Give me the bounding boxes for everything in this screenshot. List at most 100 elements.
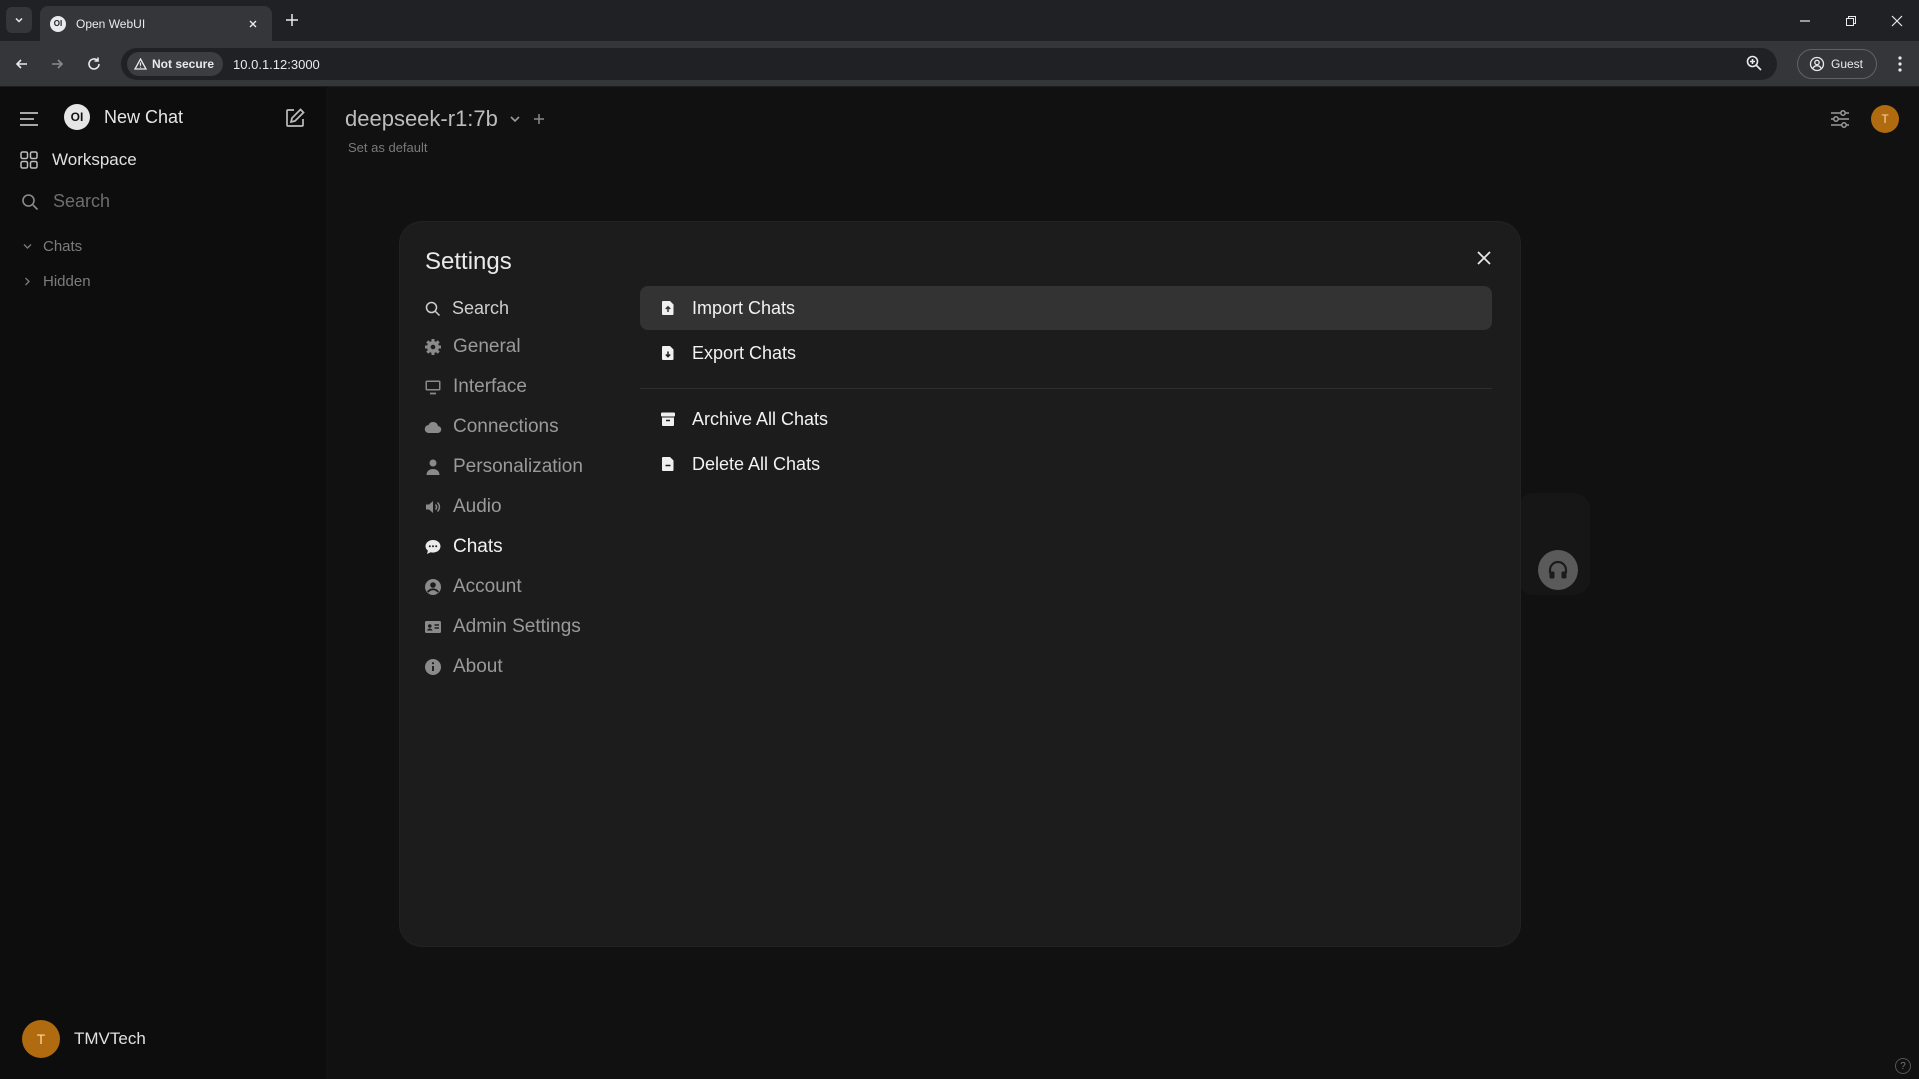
tab-audio[interactable]: Audio xyxy=(424,496,502,518)
minimize-icon[interactable] xyxy=(1783,0,1827,41)
chat-bubble-icon xyxy=(424,538,442,556)
forward-arrow-icon[interactable] xyxy=(45,52,69,76)
grid-icon xyxy=(20,151,38,169)
tab-admin-settings[interactable]: Admin Settings xyxy=(424,616,581,638)
tab-search-button[interactable] xyxy=(6,7,32,33)
info-icon xyxy=(424,658,442,676)
security-chip[interactable]: Not secure xyxy=(127,52,224,76)
browser-toolbar: Not secure 10.0.1.12:3000 Guest xyxy=(0,41,1919,87)
modal-title: Settings xyxy=(425,248,512,275)
nav-label-connections: Connections xyxy=(453,416,559,437)
voice-mode-button[interactable] xyxy=(1538,550,1578,590)
chevron-down-icon xyxy=(22,241,33,252)
browser-menu-icon[interactable] xyxy=(1888,52,1912,76)
monitor-icon xyxy=(424,378,442,396)
favicon-icon: OI xyxy=(50,15,66,32)
address-bar[interactable]: Not secure 10.0.1.12:3000 xyxy=(121,48,1777,80)
settings-search-label: Search xyxy=(452,298,510,318)
back-arrow-icon[interactable] xyxy=(10,52,34,76)
url-text[interactable]: 10.0.1.12:3000 xyxy=(233,57,320,72)
settings-search[interactable]: Search xyxy=(424,298,509,319)
delete-all-chats-button[interactable]: Delete All Chats xyxy=(640,442,1492,486)
profile-button[interactable]: Guest xyxy=(1797,49,1877,79)
security-label: Not secure xyxy=(152,57,215,71)
person-icon xyxy=(424,458,442,476)
chevron-down-icon xyxy=(13,14,25,26)
tab-general[interactable]: General xyxy=(424,336,521,358)
profile-icon xyxy=(1809,56,1825,72)
app-logo: OI xyxy=(64,104,90,130)
sidebar-toggle-icon[interactable] xyxy=(18,110,40,128)
section-divider xyxy=(640,388,1492,389)
zoom-icon[interactable] xyxy=(1745,54,1763,72)
new-chat-button[interactable]: OI New Chat xyxy=(64,104,183,130)
search-placeholder: Search xyxy=(53,191,111,211)
search-icon xyxy=(424,300,442,318)
controls-sliders-icon[interactable] xyxy=(1829,109,1851,129)
nav-label-interface: Interface xyxy=(453,376,527,397)
tab-account[interactable]: Account xyxy=(424,576,522,598)
id-card-icon xyxy=(424,618,442,636)
close-icon[interactable] xyxy=(1473,247,1495,269)
restore-icon[interactable] xyxy=(1829,0,1873,41)
model-selector[interactable]: deepseek-r1:7b xyxy=(345,106,546,132)
settings-modal: Settings Search General Interface Connec… xyxy=(400,222,1520,946)
tab-connections[interactable]: Connections xyxy=(424,416,559,438)
speaker-icon xyxy=(424,498,442,516)
tab-about[interactable]: About xyxy=(424,656,503,678)
avatar: T xyxy=(22,1020,60,1058)
archive-all-chats-button[interactable]: Archive All Chats xyxy=(640,397,1492,441)
headphones-icon xyxy=(1547,559,1569,581)
nav-label-admin-settings: Admin Settings xyxy=(453,616,581,637)
header-avatar[interactable]: T xyxy=(1871,105,1899,133)
compose-icon[interactable] xyxy=(284,107,306,129)
nav-label-personalization: Personalization xyxy=(453,456,583,477)
sidebar-search[interactable]: Search xyxy=(21,191,110,212)
export-chats-label: Export Chats xyxy=(692,342,797,363)
section-label-hidden: Hidden xyxy=(43,273,91,290)
set-as-default-link[interactable]: Set as default xyxy=(348,140,428,155)
reload-icon[interactable] xyxy=(82,52,106,76)
section-label-chats: Chats xyxy=(43,238,83,255)
add-model-icon[interactable] xyxy=(532,112,546,126)
chevron-right-icon xyxy=(22,276,33,287)
window-close-icon[interactable] xyxy=(1875,0,1919,41)
tab-personalization[interactable]: Personalization xyxy=(424,456,583,478)
nav-label-general: General xyxy=(453,336,521,357)
delete-all-chats-label: Delete All Chats xyxy=(692,453,821,474)
tab-title: Open WebUI xyxy=(76,16,146,31)
file-download-icon xyxy=(660,345,676,361)
browser-tabstrip: OI Open WebUI xyxy=(0,0,1919,41)
help-button[interactable]: ? xyxy=(1895,1058,1911,1074)
new-tab-icon[interactable] xyxy=(282,10,302,30)
new-chat-label: New Chat xyxy=(104,106,184,127)
nav-label-account: Account xyxy=(453,576,522,597)
tab-chats[interactable]: Chats xyxy=(424,536,503,558)
cloud-icon xyxy=(424,418,442,436)
import-chats-button[interactable]: Import Chats xyxy=(640,286,1492,330)
user-name: TMVTech xyxy=(74,1029,146,1048)
export-chats-button[interactable]: Export Chats xyxy=(640,331,1492,375)
user-menu[interactable]: T TMVTech xyxy=(22,1020,146,1058)
sidebar-section-chats[interactable]: Chats xyxy=(22,238,82,255)
nav-label-audio: Audio xyxy=(453,496,502,517)
nav-label-chats: Chats xyxy=(453,536,503,557)
model-name: deepseek-r1:7b xyxy=(345,106,498,131)
workspace-label: Workspace xyxy=(52,150,137,169)
profile-label: Guest xyxy=(1831,57,1864,71)
close-tab-icon[interactable] xyxy=(244,15,262,33)
nav-label-about: About xyxy=(453,656,503,677)
sidebar: OI New Chat Workspace Search Chats Hidde… xyxy=(0,87,326,1079)
sidebar-item-workspace[interactable]: Workspace xyxy=(20,150,137,170)
chevron-down-icon[interactable] xyxy=(508,112,522,126)
tab-interface[interactable]: Interface xyxy=(424,376,527,398)
import-chats-label: Import Chats xyxy=(692,297,796,318)
sidebar-section-hidden[interactable]: Hidden xyxy=(22,273,91,290)
archive-all-chats-label: Archive All Chats xyxy=(692,408,829,429)
browser-tab-active[interactable]: OI Open WebUI xyxy=(40,6,272,41)
user-circle-icon xyxy=(424,578,442,596)
file-minus-icon xyxy=(660,456,676,472)
gear-icon xyxy=(424,338,442,356)
warning-triangle-icon xyxy=(134,58,147,70)
file-upload-icon xyxy=(660,300,676,316)
